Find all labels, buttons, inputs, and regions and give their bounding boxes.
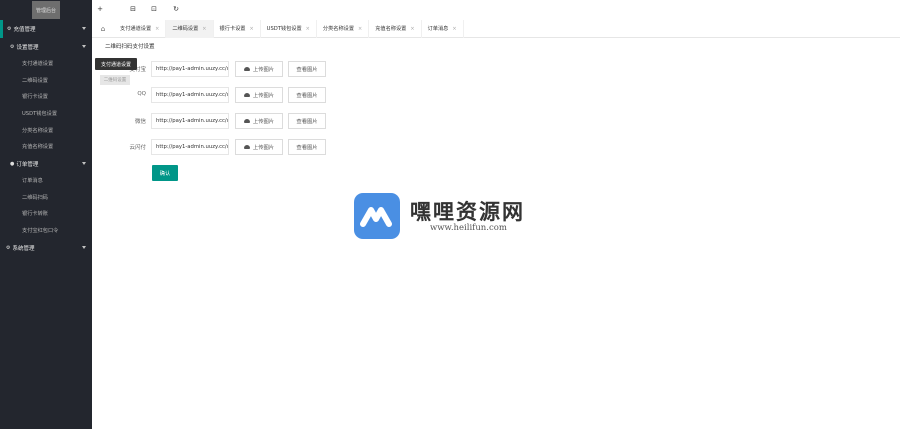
upload-cloud-icon: [243, 67, 250, 71]
sidebar: 管理后台 ⚙ 充值管理 ⚙ 设置管理 支付通道设置 二维码设置 银行卡设置 US…: [0, 0, 92, 429]
gear-icon: ⚙: [10, 43, 15, 50]
tab-label: 银行卡设置: [219, 26, 246, 32]
user-icon: ●: [10, 160, 15, 167]
sidebar-group-label: 充值管理: [13, 27, 36, 33]
watermark: 嘿哩资源网 www.heilifun.com: [354, 193, 554, 239]
sidebar-group-system[interactable]: ⚙ 系统管理: [0, 239, 92, 257]
upload-cloud-icon: [243, 119, 250, 123]
sidebar-item-usdt[interactable]: USDT钱包设置: [0, 105, 92, 122]
tab-label: 支付通道设置: [120, 26, 152, 32]
refresh-button[interactable]: ↻: [171, 5, 181, 13]
sidebar-item-qr-scan[interactable]: 二维码扫码: [0, 189, 92, 206]
tab-label: 订单消息: [427, 26, 449, 32]
close-icon[interactable]: ×: [410, 26, 414, 32]
sidebar-item-recharge-name[interactable]: 充值名称设置: [0, 138, 92, 155]
unionpay-view-button[interactable]: 查看图片: [288, 139, 326, 155]
wechat-view-button[interactable]: 查看图片: [288, 113, 326, 129]
upload-label: 上传图片: [252, 119, 275, 125]
sidebar-group-recharge[interactable]: ⚙ 充值管理: [0, 20, 92, 38]
sidebar-item-category-name[interactable]: 分类名称设置: [0, 122, 92, 139]
close-icon[interactable]: ×: [249, 26, 253, 32]
qq-url-input[interactable]: http://pay1-admin.uuzy.cc/up: [151, 87, 229, 103]
window-button[interactable]: ⊟: [128, 5, 138, 13]
tab-recharge-name[interactable]: 充值名称设置 ×: [369, 19, 422, 38]
logo: 管理后台: [0, 0, 92, 20]
qq-upload-button[interactable]: 上传图片: [235, 87, 283, 103]
close-icon[interactable]: ×: [452, 26, 456, 32]
tab-label: USDT钱包设置: [266, 26, 302, 32]
sidebar-item-order-message[interactable]: 订单消息: [0, 172, 92, 189]
close-icon[interactable]: ×: [306, 26, 310, 32]
sidebar-item-bank-transfer[interactable]: 银行卡转账: [0, 206, 92, 223]
wechat-upload-button[interactable]: 上传图片: [235, 113, 283, 129]
upload-cloud-icon: [243, 93, 250, 97]
chevron-down-icon: [82, 27, 86, 30]
sidebar-item-alipay-redpacket[interactable]: 支付宝红包口令: [0, 222, 92, 239]
home-icon[interactable]: ⌂: [92, 25, 114, 33]
tab-label: 分类名称设置: [322, 26, 355, 32]
close-icon[interactable]: ×: [155, 26, 159, 32]
gear-icon: ⚙: [7, 26, 12, 32]
top-header: + ⊟ ⊡ ↻: [92, 0, 900, 20]
row-label: 微信: [134, 119, 146, 125]
sidebar-item-qrcode[interactable]: 二维码设置: [0, 72, 92, 89]
tab-label: 充值名称设置: [375, 26, 407, 32]
sidebar-item-bankcard[interactable]: 银行卡设置: [0, 88, 92, 105]
form-row-qq: QQ http://pay1-admin.uuzy.cc/up 上传图片 查看图…: [92, 87, 392, 103]
submit-button[interactable]: 确认: [152, 165, 178, 181]
chevron-down-icon: [82, 245, 86, 249]
form-row-unionpay: 云闪付 http://pay1-admin.uuzy.cc/up 上传图片 查看…: [92, 139, 392, 155]
tab-label: 二维码设置: [172, 26, 199, 32]
watermark-url: www.heilifun.com: [430, 223, 507, 233]
sidebar-sub-orders[interactable]: ● 订单管理: [0, 155, 92, 172]
sidebar-group-label: 系统管理: [12, 245, 35, 252]
close-icon[interactable]: ×: [202, 26, 206, 32]
tab-order-message[interactable]: 订单消息 ×: [422, 19, 464, 38]
unionpay-upload-button[interactable]: 上传图片: [235, 139, 283, 155]
upload-label: 上传图片: [252, 93, 275, 99]
close-icon[interactable]: ×: [358, 26, 362, 32]
upload-label: 上传图片: [252, 67, 275, 73]
alipay-url-input[interactable]: http://pay1-admin.uuzy.cc/up: [151, 61, 229, 77]
app-root: 管理后台 ⚙ 充值管理 ⚙ 设置管理 支付通道设置 二维码设置 银行卡设置 US…: [0, 0, 900, 429]
chevron-down-icon: [82, 162, 86, 166]
row-label: QQ: [137, 91, 146, 97]
tab-bankcard[interactable]: 银行卡设置 ×: [214, 19, 261, 38]
menu-tooltip-ghost: 二维码设置: [100, 75, 130, 85]
chevron-down-icon: [82, 45, 86, 48]
fullscreen-button[interactable]: ⊡: [149, 5, 159, 13]
alipay-view-button[interactable]: 查看图片: [288, 61, 326, 77]
upload-label: 上传图片: [252, 145, 275, 151]
sidebar-sub-settings[interactable]: ⚙ 设置管理: [0, 38, 92, 55]
tab-bar: ⌂ 支付通道设置 × 二维码设置 × 银行卡设置 × USDT钱包设置 × 分类名称设置…: [92, 19, 900, 38]
unionpay-url-input[interactable]: http://pay1-admin.uuzy.cc/up: [151, 139, 229, 155]
row-label: 云闪付: [129, 145, 146, 151]
watermark-logo-icon: [354, 193, 400, 239]
alipay-upload-button[interactable]: 上传图片: [235, 61, 283, 77]
add-button[interactable]: +: [95, 5, 105, 13]
wechat-url-input[interactable]: http://pay1-admin.uuzy.cc/up: [151, 113, 229, 129]
sidebar-sub-label: 订单管理: [16, 161, 39, 168]
logo-text: 管理后台: [32, 1, 60, 19]
tab-payment-channel[interactable]: 支付通道设置 ×: [114, 19, 167, 38]
tab-qrcode[interactable]: 二维码设置 ×: [166, 19, 214, 38]
form-row-alipay: 支付宝 http://pay1-admin.uuzy.cc/up 上传图片 查看…: [92, 61, 392, 77]
sidebar-sub-label: 设置管理: [16, 44, 39, 51]
qq-view-button[interactable]: 查看图片: [288, 87, 326, 103]
sidebar-item-payment-channel[interactable]: 支付通道设置: [0, 55, 92, 72]
upload-cloud-icon: [243, 145, 250, 149]
watermark-name: 嘿哩资源网: [410, 199, 525, 224]
form-row-wechat: 微信 http://pay1-admin.uuzy.cc/up 上传图片 查看图…: [92, 113, 392, 129]
menu-tooltip: 支付通道设置: [95, 58, 137, 70]
gear-icon: ⚙: [6, 244, 11, 251]
tab-usdt[interactable]: USDT钱包设置 ×: [261, 19, 317, 38]
form-title: 二维码扫码支付设置: [105, 44, 155, 50]
tab-category-name[interactable]: 分类名称设置 ×: [317, 19, 370, 38]
